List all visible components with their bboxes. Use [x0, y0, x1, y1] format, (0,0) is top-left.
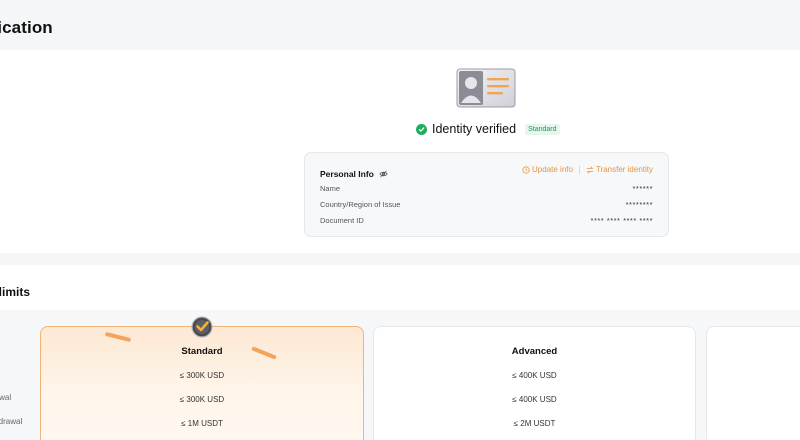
row-label-crypto-withdrawal: thdrawal [0, 417, 23, 426]
transfer-icon [586, 166, 594, 173]
info-label: Name [320, 184, 341, 193]
info-label: Country/Region of Issue [320, 200, 401, 209]
transfer-identity-label: Transfer identity [595, 165, 653, 174]
tier-value: ≤ 400K USD [512, 371, 557, 380]
info-label: Document ID [320, 216, 364, 225]
update-info-label: Update info [532, 165, 573, 174]
update-info-link[interactable]: Update info [522, 165, 573, 174]
tier-card-next[interactable] [706, 326, 800, 440]
info-value: ****** [632, 184, 653, 193]
edit-icon [522, 165, 530, 174]
personal-info-card: Personal Info Update info Transfer ident… [304, 152, 669, 237]
verified-text: Identity verified [432, 122, 517, 136]
info-row-document: Document ID **** **** **** **** [320, 216, 653, 225]
row-label-withdrawal: rawal [0, 393, 12, 402]
verification-status: Identity verified Standard [416, 121, 560, 137]
tier-name: Advanced [511, 346, 558, 357]
info-row-name: Name ****** [320, 184, 653, 193]
tier-value: ≤ 2M USDT [513, 419, 556, 428]
eye-off-icon[interactable] [379, 165, 388, 183]
transfer-identity-link[interactable]: Transfer identity [586, 165, 653, 174]
decorative-streak [104, 331, 132, 343]
tier-name: Standard [181, 346, 223, 357]
limits-title: d limits [0, 285, 31, 299]
tier-card-advanced[interactable]: Advanced ≤ 400K USD ≤ 400K USD ≤ 2M USDT [373, 326, 696, 440]
info-row-country: Country/Region of Issue ******** [320, 200, 653, 209]
personal-info-title: Personal Info [320, 169, 374, 179]
action-divider [578, 165, 580, 174]
medal-check-icon [191, 316, 213, 338]
tier-value: ≤ 1M USDT [181, 419, 223, 428]
id-card-illustration-icon [456, 68, 516, 108]
tier-card-standard[interactable]: Standard ≤ 300K USD ≤ 300K USD ≤ 1M USDT [40, 326, 364, 440]
page-title: rification [0, 18, 53, 37]
tier-value: ≤ 400K USD [512, 395, 557, 404]
check-circle-icon [416, 123, 427, 135]
level-badge: Standard [525, 123, 560, 135]
tier-value: ≤ 300K USD [179, 395, 225, 404]
info-value: **** **** **** **** [590, 216, 653, 225]
info-value: ******** [625, 200, 653, 209]
tier-value: ≤ 300K USD [179, 371, 225, 380]
